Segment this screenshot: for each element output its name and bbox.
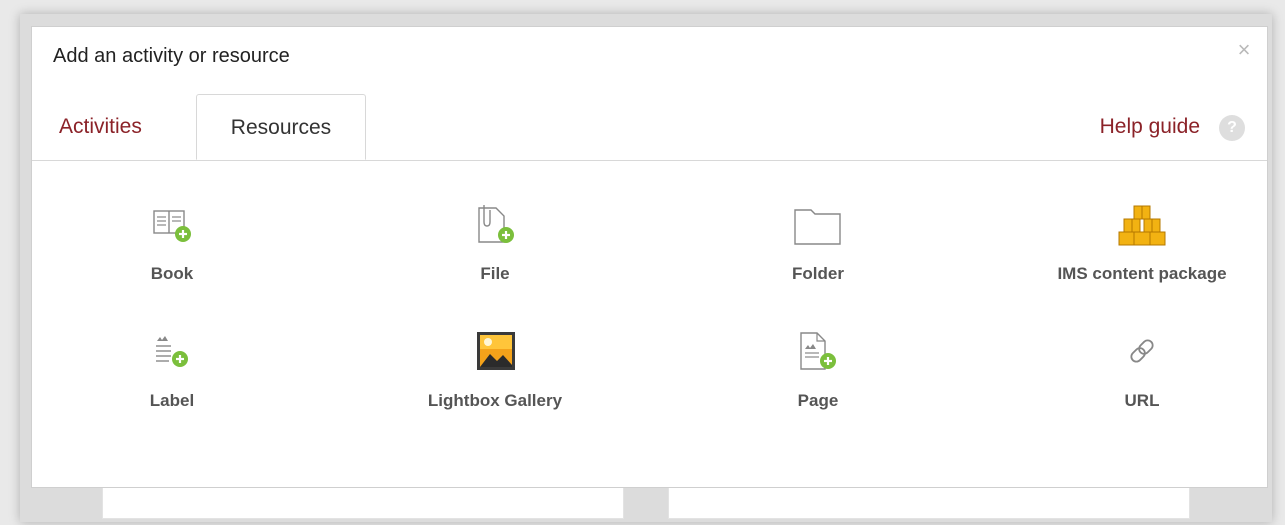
background-card (102, 488, 624, 519)
ims-package-icon (1117, 202, 1167, 252)
resource-url[interactable]: URL (1022, 329, 1262, 411)
close-icon[interactable]: × (1233, 39, 1255, 61)
resource-label: Book (150, 264, 194, 283)
resource-label-item[interactable]: Label (52, 329, 292, 411)
background-card (668, 488, 1190, 519)
file-add-icon (470, 202, 520, 252)
help-guide-link[interactable]: Help guide (1100, 94, 1200, 160)
resource-file[interactable]: File (375, 202, 615, 284)
resource-label: Folder (792, 264, 844, 283)
link-icon (1117, 329, 1167, 379)
tab-activities[interactable]: Activities (59, 94, 142, 160)
resource-label: URL (1124, 391, 1160, 410)
tabs-bar: Activities Resources Help guide ? (32, 94, 1267, 161)
tab-resources[interactable]: Resources (196, 94, 366, 160)
resource-page[interactable]: Page (698, 329, 938, 411)
add-activity-modal: Add an activity or resource × Activities… (31, 26, 1268, 488)
lightbox-gallery-icon (470, 329, 520, 379)
page-add-icon (793, 329, 843, 379)
resource-label: IMS content package (1057, 264, 1227, 283)
resource-label: File (480, 264, 510, 283)
book-add-icon (147, 202, 197, 252)
resource-ims-package[interactable]: IMS content package (1022, 202, 1262, 284)
resource-lightbox-gallery[interactable]: Lightbox Gallery (375, 329, 615, 411)
resource-label: Label (149, 391, 195, 410)
resource-folder[interactable]: Folder (698, 202, 938, 284)
label-add-icon (147, 329, 197, 379)
help-icon[interactable]: ? (1219, 115, 1245, 141)
folder-icon (793, 202, 843, 252)
modal-title: Add an activity or resource (53, 45, 290, 67)
resource-label: Page (797, 391, 839, 410)
resource-book[interactable]: Book (52, 202, 292, 284)
resource-label: Lightbox Gallery (427, 391, 563, 410)
